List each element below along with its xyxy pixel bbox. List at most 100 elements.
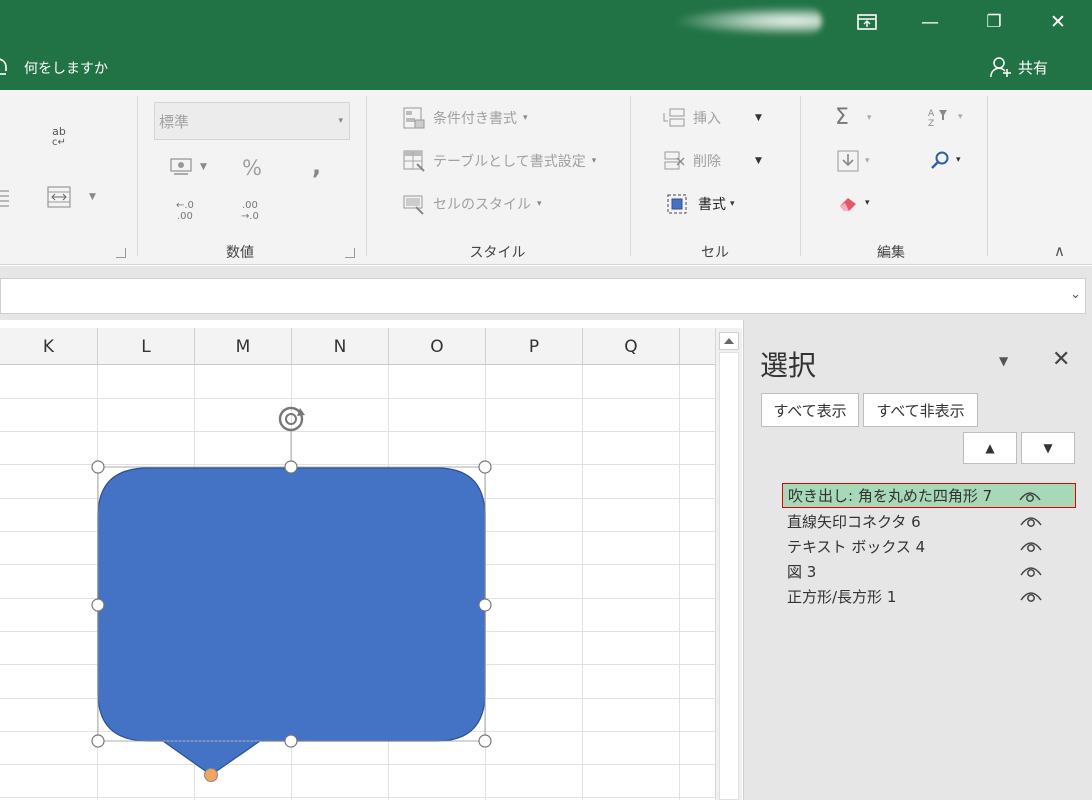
format-cells-icon (667, 194, 687, 214)
resize-handle[interactable] (478, 734, 492, 748)
send-backward-button[interactable]: ▼ (1021, 432, 1075, 464)
visibility-eye-icon[interactable] (1020, 588, 1042, 604)
share-button[interactable]: 共有 (990, 56, 1048, 78)
visibility-eye-icon[interactable] (1020, 513, 1042, 529)
format-as-table-button[interactable]: テーブルとして書式設定 ▾ (403, 150, 596, 172)
cell-styles-icon (403, 195, 424, 215)
delete-cells-icon (664, 151, 685, 170)
delete-cells-button[interactable]: 削除 ▼ (663, 150, 762, 172)
visibility-eye-icon[interactable] (1020, 538, 1042, 554)
cell-styles-label: セルのスタイル (433, 197, 531, 213)
chevron-down-icon: ▾ (523, 113, 528, 123)
increase-decimal-button[interactable]: ←.0 .00 (176, 200, 194, 222)
minimize-button[interactable]: — (898, 0, 962, 44)
resize-handle[interactable] (478, 598, 492, 612)
cells-group-label: セル (701, 245, 729, 261)
insert-cells-label: 挿入 (693, 111, 721, 127)
find-select-button[interactable]: ▾ (930, 150, 961, 170)
list-item[interactable]: 吹き出し: 角を丸めた四角形 7 (782, 483, 1076, 508)
conditional-formatting-label: 条件付き書式 (433, 111, 517, 127)
chevron-down-icon: ▾ (591, 156, 597, 166)
chevron-down-icon: ▾ (338, 116, 343, 126)
hide-all-button[interactable]: すべて非表示 (863, 393, 978, 427)
sort-filter-button[interactable]: A Z ▾ (928, 107, 963, 127)
list-item[interactable]: テキスト ボックス 4 (782, 534, 1076, 559)
accounting-format-icon (170, 158, 192, 175)
object-name: 図 3 (787, 563, 817, 581)
chevron-down-icon: ▼ (755, 156, 762, 166)
list-item[interactable]: 正方形/長方形 1 (782, 584, 1076, 609)
collapse-ribbon-button[interactable]: ∧ (1054, 242, 1065, 260)
decrease-decimal-button[interactable]: .00 →.0 (241, 200, 259, 222)
conditional-formatting-button[interactable]: 条件付き書式 ▾ (403, 107, 528, 129)
pane-close-button[interactable]: ✕ (1052, 347, 1070, 372)
sort-filter-icon: A Z (928, 109, 947, 127)
selection-pane: 選択 ▼ ✕ すべて表示 すべて非表示 ▲ ▼ 吹き出し: 角を丸めた四角形 7… (743, 320, 1092, 800)
sigma-icon: Σ (835, 105, 849, 130)
number-launcher-icon[interactable] (345, 248, 355, 258)
alignment-launcher-icon[interactable] (116, 248, 126, 258)
insert-cells-button[interactable]: 挿入 ▼ (663, 107, 762, 129)
format-cells-label: 書式 (698, 197, 726, 213)
ribbon-display-options-button[interactable] (835, 0, 899, 44)
visibility-eye-icon[interactable] (1020, 563, 1042, 579)
percent-style-button[interactable]: % (242, 156, 262, 180)
styles-group-label: スタイル (469, 245, 526, 261)
resize-handle[interactable] (91, 734, 105, 748)
eraser-icon (840, 198, 856, 211)
clear-button[interactable]: ▾ (837, 193, 870, 213)
format-as-table-label: テーブルとして書式設定 (433, 154, 586, 170)
align-right-icon (0, 190, 9, 207)
align-right-button[interactable] (0, 188, 10, 208)
wrap-text-button[interactable]: ab c↵ (52, 126, 66, 148)
chevron-down-icon: ▼ (200, 162, 207, 172)
pane-options-button[interactable]: ▼ (999, 354, 1008, 368)
format-as-table-icon (403, 150, 425, 172)
cell-styles-button[interactable]: セルのスタイル ▾ (403, 193, 542, 215)
object-name: 正方形/長方形 1 (787, 588, 897, 606)
bring-forward-button[interactable]: ▲ (963, 432, 1017, 464)
merge-cells-button[interactable]: ▼ (47, 186, 96, 208)
scroll-up-button[interactable] (719, 332, 739, 350)
list-item[interactable]: 直線矢印コネクタ 6 (782, 509, 1076, 534)
accounting-format-button[interactable]: ▼ (170, 156, 207, 178)
tell-me-search[interactable]: 何をしますか (0, 57, 108, 79)
account-avatar[interactable] (672, 6, 822, 36)
conditional-formatting-icon (403, 107, 425, 129)
resize-handle[interactable] (478, 460, 492, 474)
vertical-scrollbar[interactable] (715, 328, 742, 800)
callout-shape-layer (91, 406, 492, 782)
adjustment-handle[interactable] (204, 768, 218, 782)
delete-cells-label: 削除 (693, 154, 721, 170)
object-name: 吹き出し: 角を丸めた四角形 7 (788, 487, 993, 505)
format-cells-button[interactable]: 書式 ▾ (666, 193, 735, 215)
resize-handle[interactable] (284, 460, 298, 474)
show-all-button[interactable]: すべて表示 (761, 393, 859, 427)
visibility-eye-icon[interactable] (1019, 488, 1041, 504)
autosum-button[interactable]: Σ ▾ (835, 105, 871, 130)
share-label: 共有 (1018, 58, 1049, 77)
merge-cells-icon (47, 186, 71, 208)
formula-input[interactable]: ⌄ (0, 278, 1086, 314)
person-add-icon (990, 57, 1011, 78)
rotate-handle-icon[interactable] (278, 406, 305, 432)
chevron-down-icon: ▾ (865, 156, 870, 166)
resize-handle[interactable] (91, 598, 105, 612)
number-format-dropdown[interactable]: 標準 ▾ (154, 102, 350, 140)
insert-cells-icon (663, 108, 685, 127)
restore-button[interactable]: ❐ (962, 0, 1026, 44)
ribbon: ab c↵ ▼ 標準 ▾ ▼ % , ←.0 .00 .00 →.0 数値 条件… (0, 90, 1092, 265)
lightbulb-icon (0, 58, 7, 75)
list-item[interactable]: 図 3 (782, 559, 1076, 584)
chevron-down-icon: ▾ (958, 112, 963, 122)
fill-button[interactable]: ▾ (837, 150, 870, 172)
chevron-down-icon: ▾ (730, 199, 735, 209)
worksheet-grid[interactable]: K L M N O P Q (0, 328, 715, 800)
comma-style-button[interactable]: , (312, 152, 321, 180)
resize-handle[interactable] (91, 460, 105, 474)
expand-formula-bar-icon[interactable]: ⌄ (1070, 287, 1081, 302)
close-button[interactable]: ✕ (1026, 0, 1090, 44)
rounded-rectangle-callout[interactable] (97, 467, 486, 776)
resize-handle[interactable] (284, 734, 298, 748)
scroll-track[interactable] (719, 352, 739, 800)
